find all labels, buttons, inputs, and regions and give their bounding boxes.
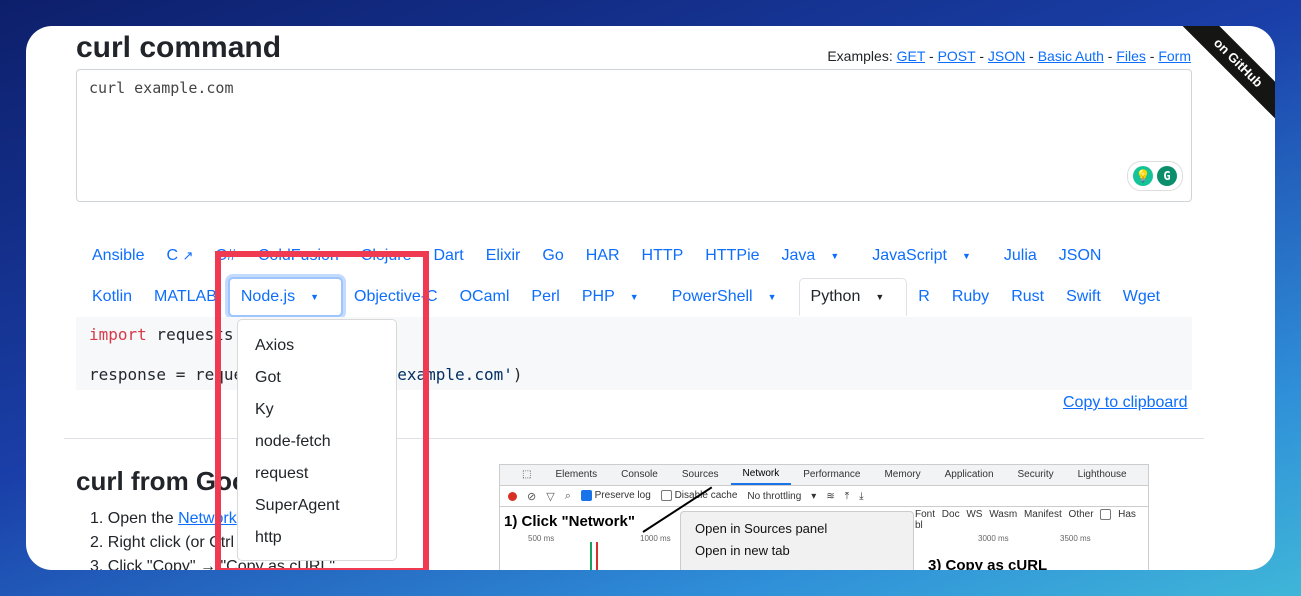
- tab-powershell[interactable]: PowerShell ▼: [661, 279, 799, 315]
- examples-links: Examples: GET - POST - JSON - Basic Auth…: [827, 48, 1191, 64]
- checkbox-icon: [580, 490, 592, 502]
- tab-julia[interactable]: Julia: [993, 238, 1048, 274]
- checkbox-icon: [1100, 509, 1112, 520]
- filter-icon: ▽: [546, 490, 555, 503]
- clear-icon: ⊘: [527, 490, 537, 503]
- chevron-down-icon: ▼: [961, 251, 971, 261]
- tab-c[interactable]: C ↗: [155, 238, 204, 274]
- tab-http[interactable]: HTTP: [631, 238, 695, 274]
- page-title: curl command: [76, 31, 282, 64]
- upload-icon: ⤒: [844, 490, 850, 502]
- tab-python[interactable]: Python ▼: [798, 278, 908, 317]
- example-get-link[interactable]: GET: [897, 48, 926, 64]
- tab-go[interactable]: Go: [531, 238, 574, 274]
- tab-perl[interactable]: Perl: [520, 279, 570, 315]
- timeline-green-marker: [590, 542, 592, 570]
- caret-icon: ▾: [811, 490, 817, 502]
- tab-java[interactable]: Java ▼: [771, 238, 862, 274]
- chevron-down-icon: ▼: [629, 292, 639, 302]
- curl-command-input[interactable]: curl example.com 💡 G: [76, 69, 1192, 202]
- tab-swift[interactable]: Swift: [1055, 279, 1112, 315]
- record-icon: [508, 491, 517, 501]
- tab-javascript[interactable]: JavaScript ▼: [861, 238, 993, 274]
- tab-dart[interactable]: Dart: [422, 238, 474, 274]
- tab-har[interactable]: HAR: [575, 238, 631, 274]
- download-icon: ⤓: [859, 490, 864, 502]
- wifi-icon: ≋: [826, 490, 835, 502]
- search-icon: ⌕: [564, 489, 571, 502]
- chevron-down-icon: ▼: [767, 292, 777, 302]
- tab-elixir[interactable]: Elixir: [475, 238, 532, 274]
- devtools-tabs: ⬚ Elements Console Sources Network Perfo…: [500, 465, 1148, 486]
- timeline-red-marker: [596, 542, 598, 570]
- highlight-box: [215, 251, 429, 570]
- main-card: on GitHub curl command Examples: GET - P…: [26, 26, 1275, 570]
- grammarly-icon[interactable]: G: [1157, 166, 1177, 186]
- example-form-link[interactable]: Form: [1158, 48, 1191, 64]
- example-json-link[interactable]: JSON: [988, 48, 1025, 64]
- copy-to-clipboard-link[interactable]: Copy to clipboard: [1063, 394, 1188, 412]
- inspect-icon: ⬚: [522, 469, 532, 480]
- devtools-toolbar: ⊘ ▽ ⌕ Preserve log Disable cache No thro…: [500, 486, 1148, 507]
- devtools-body: 1) Click "Network" 500 ms 1000 ms 3000 m…: [500, 486, 1148, 570]
- tab-ocaml[interactable]: OCaml: [449, 279, 521, 315]
- tab-json[interactable]: JSON: [1048, 238, 1113, 274]
- example-post-link[interactable]: POST: [938, 48, 976, 64]
- devtools-screenshot: ⬚ Elements Console Sources Network Perfo…: [499, 464, 1149, 570]
- tab-wget[interactable]: Wget: [1112, 279, 1171, 315]
- chevron-down-icon: ▼: [830, 251, 840, 261]
- tab-kotlin[interactable]: Kotlin: [81, 279, 143, 315]
- checkbox-icon: [660, 490, 672, 502]
- chevron-down-icon: ▼: [875, 292, 885, 302]
- lightbulb-icon[interactable]: 💡: [1133, 166, 1153, 186]
- tab-ruby[interactable]: Ruby: [941, 279, 1000, 315]
- grammarly-widget[interactable]: 💡 G: [1127, 161, 1183, 191]
- tab-rust[interactable]: Rust: [1000, 279, 1055, 315]
- external-link-icon: ↗: [182, 248, 194, 264]
- tab-php[interactable]: PHP ▼: [571, 279, 661, 315]
- example-basic-auth-link[interactable]: Basic Auth: [1038, 48, 1104, 64]
- context-menu: Open in Sources panel Open in new tab: [680, 511, 914, 570]
- tab-r[interactable]: R: [907, 279, 941, 315]
- tab-httpie[interactable]: HTTPie: [694, 238, 770, 274]
- tab-ansible[interactable]: Ansible: [81, 238, 155, 274]
- example-files-link[interactable]: Files: [1116, 48, 1146, 64]
